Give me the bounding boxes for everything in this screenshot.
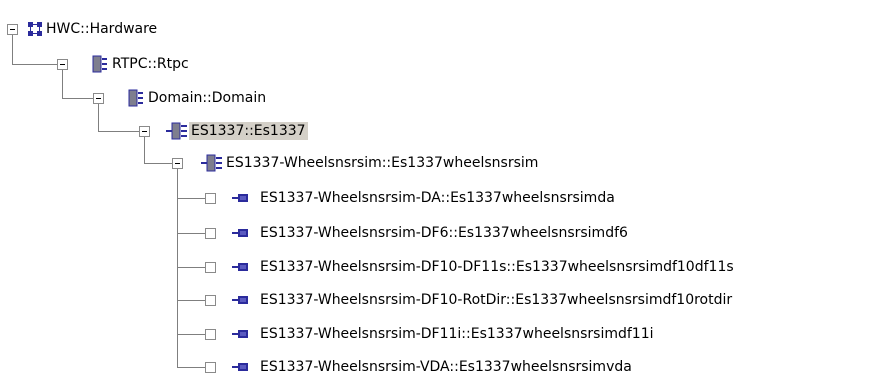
channel-icon [232,330,248,338]
tree-node-label[interactable]: RTPC::Rtpc [110,55,191,73]
tree-connector-line [62,98,93,99]
collapse-toggle[interactable] [172,158,183,169]
tree-connector-line [177,367,205,368]
tree-connector-line [98,104,99,131]
minus-icon [96,98,101,99]
tree-connector-line [12,64,57,65]
tree-connector-line [98,131,139,132]
leaf-node-box[interactable] [205,362,216,373]
tree-node-label[interactable]: ES1337-Wheelsnsrsim-DA::Es1337wheelsnsrs… [258,189,617,207]
tree-node-label[interactable]: ES1337::Es1337 [189,122,308,140]
tree-node-label[interactable]: ES1337-Wheelsnsrsim-DF10-DF11s::Es1337wh… [258,258,736,276]
channel-icon [232,229,248,237]
channel-icon [232,296,248,304]
tree-node-label[interactable]: ES1337-Wheelsnsrsim-DF11i::Es1337wheelsn… [258,325,656,343]
domain-module-icon [128,89,143,107]
tree-connector-line [177,233,205,234]
rtpc-module-icon [92,55,107,73]
channel-icon [232,194,248,202]
board-connector-icon [201,154,222,172]
collapse-toggle[interactable] [7,24,18,35]
tree-connector-line [177,267,205,268]
tree-connector-line [62,70,63,98]
minus-icon [10,29,15,30]
tree-connector-line [177,300,205,301]
collapse-toggle[interactable] [139,126,150,137]
tree-node-label[interactable]: ES1337-Wheelsnsrsim::Es1337wheelsnsrsim [224,154,540,172]
tree-node-label[interactable]: ES1337-Wheelsnsrsim-DF10-RotDir::Es1337w… [258,291,734,309]
collapse-toggle[interactable] [57,59,68,70]
hardware-network-icon [28,22,42,36]
channel-icon [232,363,248,371]
leaf-node-box[interactable] [205,295,216,306]
leaf-node-box[interactable] [205,262,216,273]
collapse-toggle[interactable] [93,93,104,104]
channel-icon [232,263,248,271]
tree-connector-line [144,163,172,164]
tree-node-label[interactable]: ES1337-Wheelsnsrsim-VDA::Es1337wheelsnsr… [258,358,634,376]
tree-node-label[interactable]: Domain::Domain [146,89,268,107]
tree-connector-line [177,334,205,335]
minus-icon [60,64,65,65]
leaf-node-box[interactable] [205,193,216,204]
minus-icon [175,163,180,164]
tree-connector-line [12,35,13,64]
tree-connector-line [177,169,178,367]
tree-connector-line [177,198,205,199]
leaf-node-box[interactable] [205,228,216,239]
leaf-node-box[interactable] [205,329,216,340]
tree-node-label[interactable]: ES1337-Wheelsnsrsim-DF6::Es1337wheelsnsr… [258,224,630,242]
minus-icon [142,131,147,132]
board-connector-icon [166,122,187,140]
tree-node-label[interactable]: HWC::Hardware [44,20,159,38]
tree-connector-line [144,137,145,163]
hardware-tree-view[interactable]: HWC::HardwareRTPC::RtpcDomain::DomainES1… [0,0,896,383]
